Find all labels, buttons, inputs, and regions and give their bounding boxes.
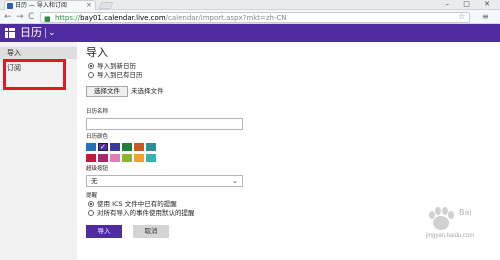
chevron-down-icon[interactable]: ⌄ (48, 25, 56, 41)
cancel-button[interactable]: 取消 (133, 225, 169, 238)
url-path: /calendar/import.aspx?mkt=zh-CN (165, 14, 287, 22)
browser-menu-icon[interactable]: ≡ (482, 12, 489, 22)
tab-title: 日历 — 导入和订阅 (15, 2, 67, 9)
radio-reminder-default-label: 对所有导入的事件使用默认的提醒 (97, 209, 195, 217)
watermark-brand: Bai (459, 208, 472, 217)
tab-close-icon[interactable]: × (86, 1, 92, 9)
sidebar-item-import[interactable]: 导入 (0, 47, 77, 59)
color-swatch[interactable]: ✓ (98, 143, 108, 151)
color-swatch[interactable] (134, 154, 144, 162)
app-header (0, 24, 500, 42)
highlight-annotation-box (3, 59, 66, 90)
calendar-favicon-icon (7, 3, 13, 9)
bookmark-star-icon[interactable]: ☆ (458, 12, 465, 22)
radio-new-calendar-label: 导入到新日历 (97, 62, 136, 70)
forward-arrow-icon[interactable]: → (16, 11, 24, 23)
header-divider (45, 28, 46, 38)
charm-label: 超级按钮 (86, 166, 109, 172)
new-tab-button[interactable] (98, 2, 114, 9)
reload-icon[interactable]: C (28, 11, 34, 23)
charm-select-value: 无 (91, 177, 98, 185)
import-button[interactable]: 导入 (86, 225, 122, 238)
calendar-name-label: 日历名称 (86, 109, 109, 115)
checkmark-icon: ✓ (100, 143, 106, 151)
radio-reminder-ics[interactable] (88, 201, 94, 207)
color-swatch[interactable] (86, 154, 96, 162)
radio-existing-calendar-label: 导入到已有日历 (97, 71, 143, 79)
radio-existing-calendar[interactable] (88, 72, 94, 78)
color-swatch[interactable] (146, 154, 156, 162)
no-file-text: 未选择文件 (131, 87, 164, 95)
window-controls[interactable]: – □ ✕ (446, 0, 496, 9)
watermark-text: jingyan.baidu.com (426, 233, 475, 239)
color-swatch[interactable] (86, 143, 96, 151)
charm-select[interactable]: 无 ⌄ (86, 175, 243, 187)
radio-reminder-ics-label: 使用 ICS 文件中已有的提醒 (97, 200, 177, 208)
calendar-color-label: 日历颜色 (86, 134, 109, 140)
color-swatch[interactable] (110, 143, 120, 151)
page-title: 导入 (86, 46, 108, 59)
lock-icon: ■ (44, 15, 51, 23)
app-title: 日历 (20, 26, 42, 39)
color-swatch[interactable] (134, 143, 144, 151)
browser-tab[interactable]: 日历 — 导入和订阅 (4, 0, 96, 10)
back-arrow-icon[interactable]: ← (4, 11, 12, 23)
app-launcher-icon[interactable] (5, 28, 15, 38)
color-swatch[interactable] (122, 143, 132, 151)
chevron-down-icon: ⌄ (232, 177, 238, 185)
color-swatch[interactable] (98, 154, 108, 162)
radio-reminder-default[interactable] (88, 210, 94, 216)
url-host: bay01.calendar.live.com (80, 14, 166, 22)
choose-file-button[interactable]: 选择文件 (86, 86, 128, 97)
color-swatch[interactable] (110, 154, 120, 162)
reminder-label: 提醒 (86, 193, 98, 199)
color-swatch[interactable] (146, 143, 156, 151)
color-swatch[interactable] (122, 154, 132, 162)
url-scheme: https:// (55, 14, 81, 22)
address-bar[interactable]: ■ https://bay01.calendar.live.com/calend… (40, 12, 470, 23)
baidu-paw-watermark-icon (429, 207, 454, 230)
radio-new-calendar[interactable] (88, 63, 94, 69)
calendar-name-input[interactable] (86, 118, 243, 130)
